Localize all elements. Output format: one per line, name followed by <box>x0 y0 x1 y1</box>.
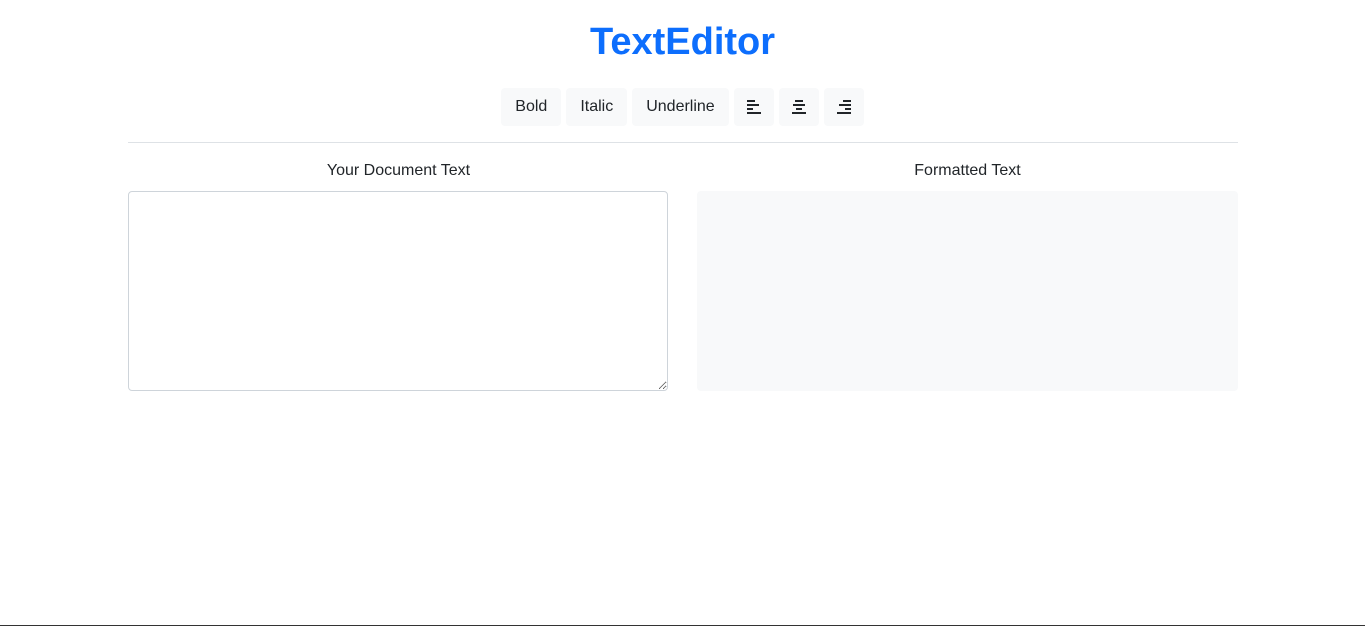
align-center-button[interactable] <box>778 88 819 126</box>
bold-button[interactable]: Bold <box>501 88 562 126</box>
align-left-button[interactable] <box>733 88 774 126</box>
editor-column: Your Document Text <box>128 160 669 391</box>
formatted-text-preview <box>697 191 1238 391</box>
underline-button[interactable]: Underline <box>632 88 729 126</box>
align-left-icon <box>746 100 761 114</box>
editor-label: Your Document Text <box>326 162 471 179</box>
preview-label: Formatted Text <box>914 162 1021 179</box>
align-right-button[interactable] <box>823 88 864 126</box>
align-center-icon <box>791 100 806 114</box>
italic-button[interactable]: Italic <box>566 88 628 126</box>
formatting-toolbar: Bold Italic Underline <box>0 88 1365 126</box>
preview-column: Formatted Text <box>697 160 1238 391</box>
app-title: TextEditor <box>589 21 776 63</box>
document-textarea[interactable] <box>128 191 668 391</box>
align-right-icon <box>836 100 851 114</box>
text-editor-page: TextEditor Bold Italic Underline Your Do… <box>0 0 1365 626</box>
toolbar-divider <box>128 142 1238 143</box>
